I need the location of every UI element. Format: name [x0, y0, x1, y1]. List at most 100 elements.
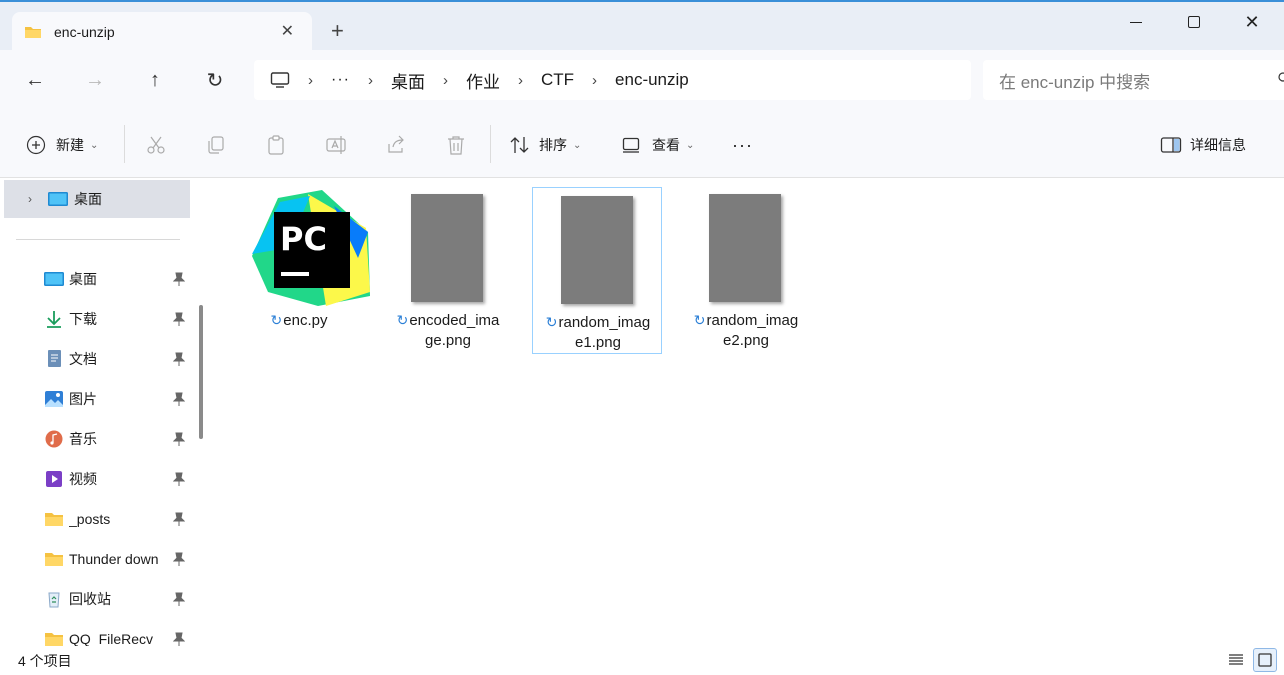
breadcrumb-separator[interactable]: › — [592, 72, 597, 89]
file-item-random-image1-png[interactable]: ↻random_imag e1.png — [532, 187, 662, 354]
sidebar-item-label: 图片 — [69, 391, 97, 407]
details-label: 详细信息 — [1190, 137, 1246, 153]
breadcrumb-homework[interactable]: 作业 — [466, 68, 500, 93]
image-thumbnail — [561, 196, 633, 304]
breadcrumb-separator[interactable]: › — [368, 72, 373, 89]
maximize-icon — [1188, 16, 1200, 28]
pycharm-icon: PC — [252, 190, 370, 306]
document-icon — [48, 350, 61, 367]
sidebar-item-desktop[interactable]: 桌面 — [44, 268, 190, 290]
breadcrumb-more[interactable]: ··· — [331, 71, 350, 89]
expand-chevron-icon[interactable]: › — [28, 192, 32, 206]
sidebar-item-label: _posts — [69, 511, 111, 527]
search-placeholder: 在 enc-unzip 中搜索 — [999, 72, 1151, 92]
sidebar-item-thunder-download[interactable]: Thunder down — [44, 548, 190, 570]
file-name: ↻random_imag e1.png — [533, 312, 663, 353]
back-button[interactable]: ← — [23, 68, 47, 92]
pin-icon[interactable] — [173, 272, 185, 286]
new-tab-button[interactable]: + — [331, 20, 344, 42]
new-button[interactable]: 新建 ⌄ — [26, 133, 98, 157]
tab-close-icon[interactable]: ✕ — [281, 24, 294, 40]
thumbnail-view-button[interactable] — [1253, 648, 1277, 672]
nav-tree-desktop[interactable]: › 桌面 — [4, 180, 190, 218]
video-icon — [46, 471, 62, 487]
sidebar-item-posts[interactable]: _posts — [44, 508, 190, 530]
more-options-button[interactable]: ··· — [732, 133, 753, 157]
tab-enc-unzip[interactable]: enc-unzip ✕ — [12, 12, 312, 52]
navpane-scrollbar[interactable] — [199, 305, 203, 439]
file-name: ↻enc.py — [234, 310, 364, 331]
sidebar-item-recycle-bin[interactable]: 回收站 — [44, 588, 190, 610]
breadcrumb-separator[interactable]: › — [308, 72, 313, 89]
music-icon — [45, 430, 63, 448]
pin-icon[interactable] — [173, 432, 185, 446]
sync-icon: ↻ — [270, 312, 283, 328]
pin-icon[interactable] — [173, 552, 185, 566]
breadcrumb-ctf[interactable]: CTF — [541, 70, 574, 90]
pin-icon[interactable] — [173, 472, 185, 486]
file-name-line2: ge.png — [425, 332, 471, 349]
image-thumbnail — [411, 194, 483, 302]
tiles-view-icon — [1258, 653, 1272, 667]
computer-icon[interactable] — [270, 72, 290, 88]
sync-icon: ↻ — [693, 312, 706, 328]
pin-icon[interactable] — [173, 632, 185, 646]
file-name-line1: enc.py — [283, 312, 328, 329]
delete-icon[interactable] — [445, 134, 467, 156]
nav-divider — [16, 239, 180, 240]
file-item-encoded-image-png[interactable]: ↻encoded_ima ge.png — [383, 186, 513, 353]
file-item-enc-py[interactable]: PC ↻enc.py — [234, 186, 370, 353]
file-name-line1: encoded_ima — [409, 312, 500, 329]
sidebar-item-pictures[interactable]: 图片 — [44, 388, 190, 410]
pin-icon[interactable] — [173, 512, 185, 526]
pin-icon[interactable] — [173, 312, 185, 326]
copy-icon[interactable] — [205, 134, 227, 156]
details-view-button[interactable] — [1224, 648, 1248, 672]
close-window-button[interactable]: ✕ — [1240, 10, 1264, 34]
sidebar-item-documents[interactable]: 文档 — [44, 348, 190, 370]
breadcrumb-desktop[interactable]: 桌面 — [391, 68, 425, 93]
image-thumbnail — [709, 194, 781, 302]
refresh-button[interactable]: ↻ — [203, 68, 227, 92]
chevron-down-icon: ⌄ — [686, 139, 695, 151]
pictures-icon — [45, 391, 63, 407]
breadcrumb-separator[interactable]: › — [518, 72, 523, 89]
sync-icon: ↻ — [545, 314, 558, 330]
breadcrumb-enc-unzip[interactable]: enc-unzip — [615, 70, 689, 90]
pin-icon[interactable] — [173, 392, 185, 406]
minimize-button[interactable] — [1124, 10, 1148, 34]
pin-icon[interactable] — [173, 352, 185, 366]
file-item-random-image2-png[interactable]: ↻random_imag e2.png — [681, 186, 811, 353]
sidebar-item-label: QQ_FileRecv — [69, 631, 154, 646]
chevron-down-icon: ⌄ — [573, 139, 582, 151]
minimize-icon — [1130, 21, 1142, 23]
navigation-bar: ← → ↑ ↻ › ··· › 桌面 › 作业 › CTF › enc-unzi… — [0, 50, 1284, 110]
folder-icon — [25, 27, 41, 38]
sidebar-item-label: 音乐 — [69, 431, 97, 447]
rename-icon[interactable] — [325, 134, 347, 156]
maximize-button[interactable] — [1182, 10, 1206, 34]
new-label: 新建 — [56, 137, 84, 153]
paste-icon[interactable] — [265, 134, 287, 156]
sidebar-item-music[interactable]: 音乐 — [44, 428, 190, 450]
view-button[interactable]: 查看 ⌄ — [622, 133, 694, 157]
cut-icon[interactable] — [145, 134, 167, 156]
sort-button[interactable]: 排序 ⌄ — [509, 133, 581, 157]
breadcrumb-separator[interactable]: › — [443, 72, 448, 89]
sidebar-item-qq-filerecv[interactable]: QQ_FileRecv — [44, 628, 190, 646]
sidebar-item-downloads[interactable]: 下载 — [44, 308, 190, 330]
pin-icon[interactable] — [173, 592, 185, 606]
up-button[interactable]: ↑ — [143, 68, 167, 92]
search-input[interactable]: 在 enc-unzip 中搜索 — [983, 60, 1284, 100]
file-name-line1: random_imag — [706, 312, 799, 329]
file-name-line2: e2.png — [723, 332, 769, 349]
sidebar-item-videos[interactable]: 视频 — [44, 468, 190, 490]
address-bar[interactable]: › ··· › 桌面 › 作业 › CTF › enc-unzip — [254, 60, 971, 100]
tab-title: enc-unzip — [54, 24, 115, 40]
navigation-pane: › 桌面 桌面 下载 文档 图片 音乐 视频 _posts Thunder do… — [0, 178, 212, 646]
forward-button[interactable]: → — [83, 68, 107, 92]
share-icon[interactable] — [385, 134, 407, 156]
search-icon — [1278, 72, 1284, 82]
title-bar: enc-unzip ✕ + ✕ — [0, 0, 1284, 52]
details-button[interactable]: 详细信息 — [1160, 133, 1246, 157]
